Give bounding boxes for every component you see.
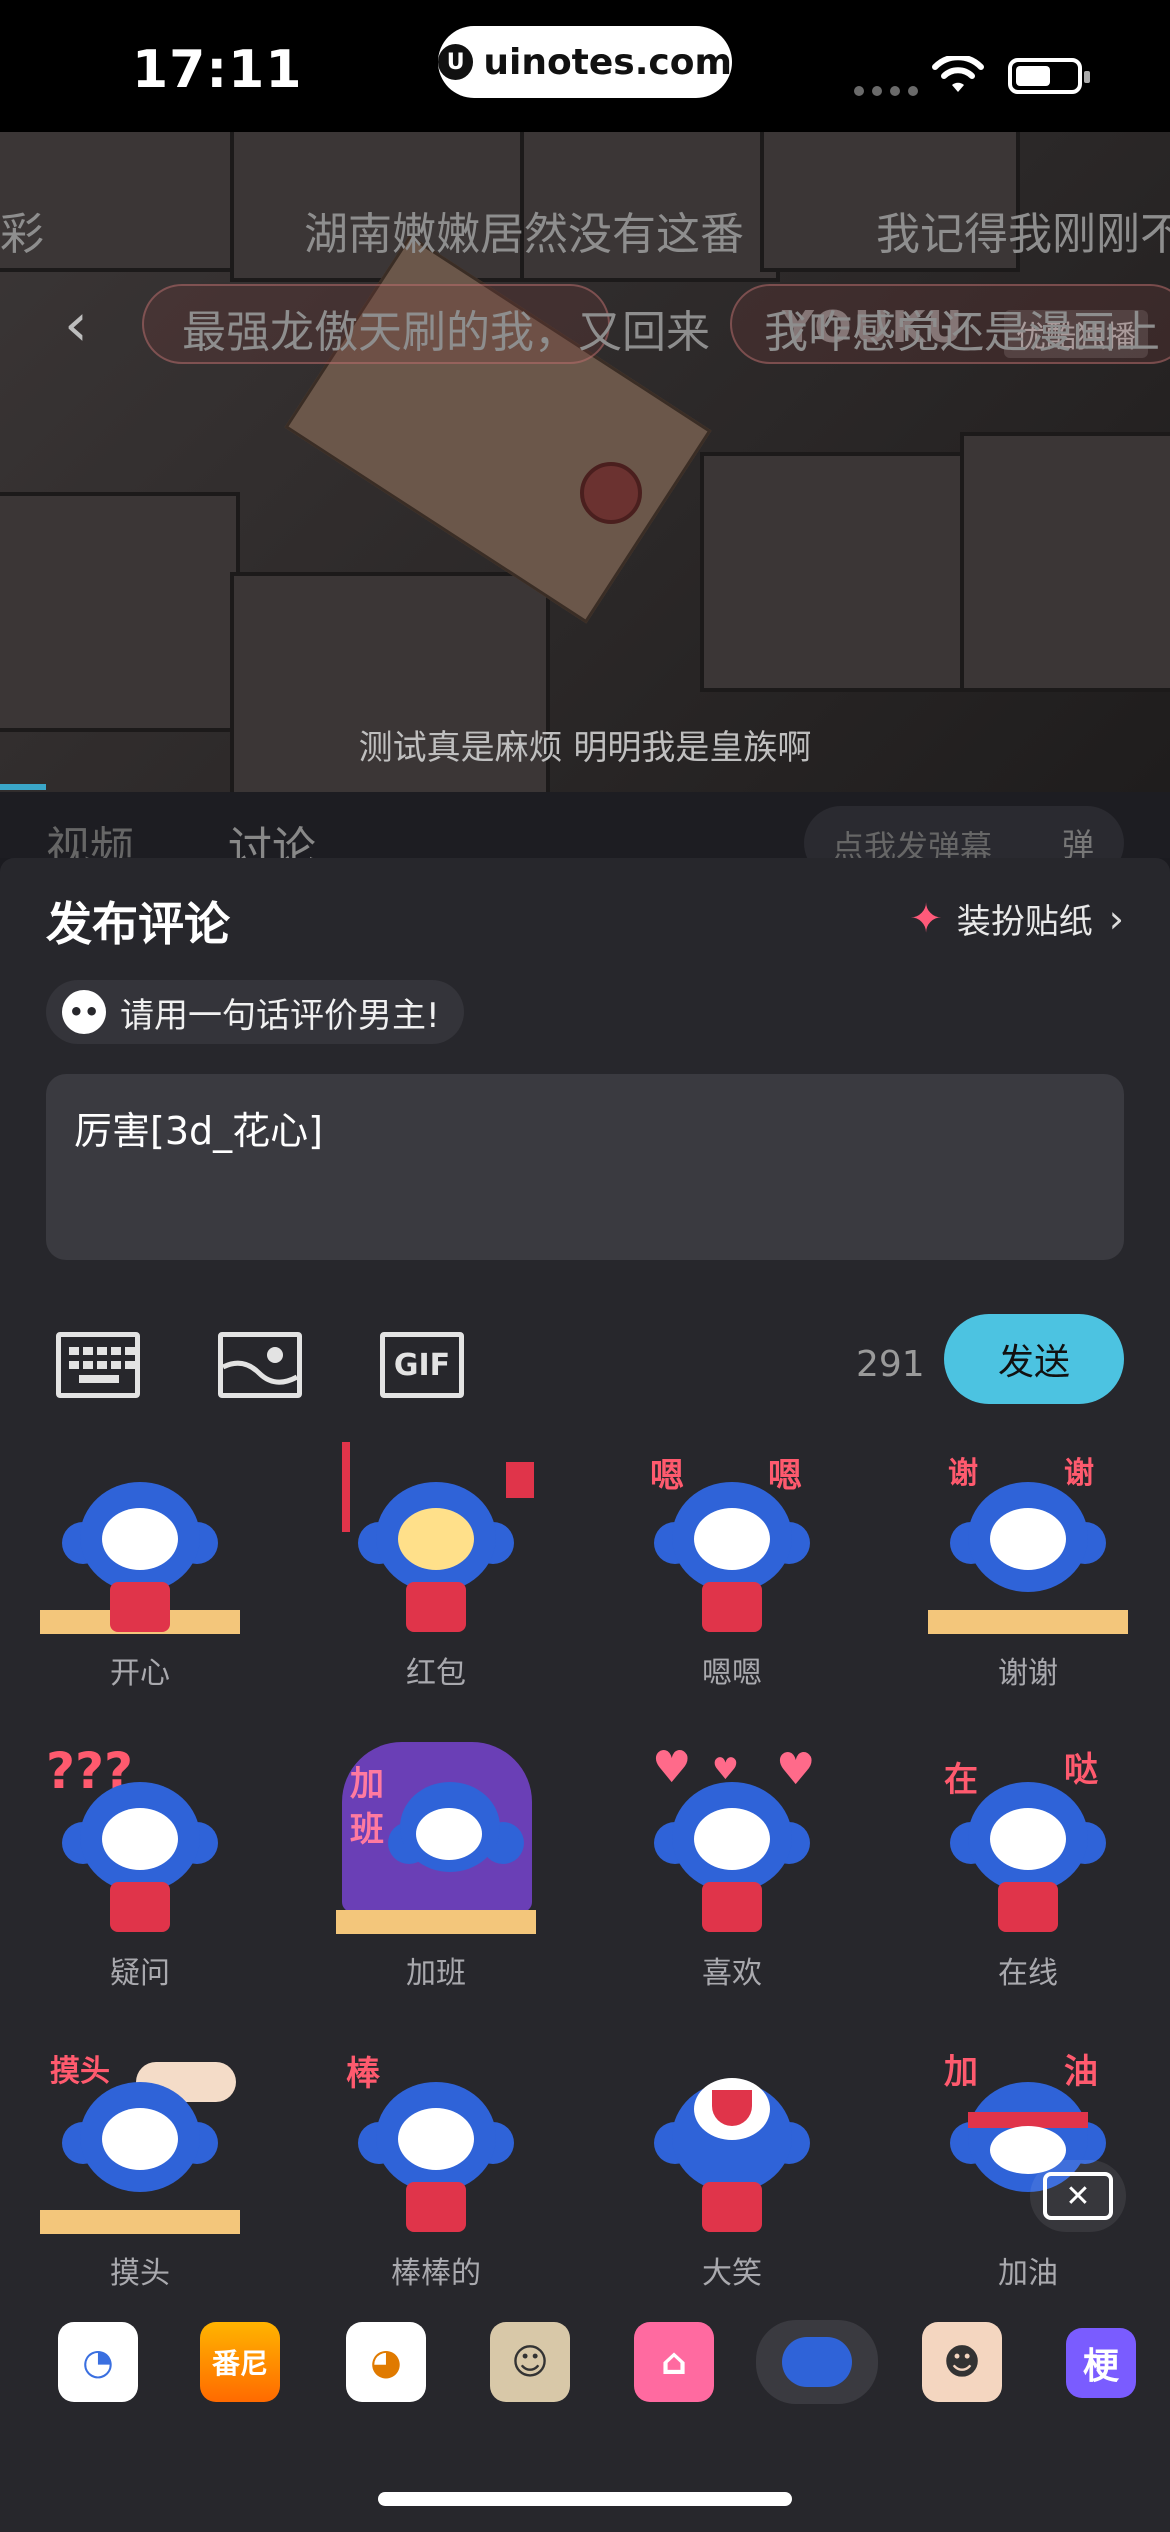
keyboard-icon[interactable] — [56, 1332, 140, 1398]
pack-bilibili-tv-icon[interactable]: ⌂ — [634, 2322, 714, 2402]
gif-icon[interactable]: GIF — [380, 1332, 464, 1398]
pack-fanni-icon[interactable]: 番尼 — [200, 2322, 280, 2402]
dress-sticker-button[interactable]: ✦ 装扮贴纸 › — [909, 894, 1124, 943]
tabs-peek: 视频 讨论 点我发弹幕 弹 — [0, 792, 1170, 858]
sticker-thanks[interactable]: 谢谢 谢谢 — [928, 1442, 1128, 1712]
danmu-comment: 湖南嫩嫩居然没有这番 — [304, 209, 744, 260]
sticker-laugh[interactable]: 大笑 — [632, 2042, 832, 2312]
sticker-label: 棒棒的 — [391, 2256, 481, 2291]
send-button[interactable]: 发送 — [944, 1314, 1124, 1404]
pack-meme-icon[interactable]: 梗 — [1066, 2328, 1136, 2398]
sticker-pack-bar: ◔ 番尼 ◕ ☺ ⌂ ☻ 梗 — [0, 2308, 1170, 2418]
pack-cartoon-dog-icon[interactable]: ◔ — [58, 2322, 138, 2402]
pack-character-icon[interactable]: ☺ — [490, 2322, 570, 2402]
sticker-label: 嗯嗯 — [702, 1656, 762, 1691]
video-subtitle: 测试真是麻烦 明明我是皇族啊 — [358, 728, 812, 768]
sticker-online[interactable]: 在哒 在线 — [928, 1742, 1128, 2012]
url-pill[interactable]: U uinotes.com — [438, 26, 732, 98]
site-logo-icon: U — [438, 44, 474, 80]
comment-input-value: 厉害[3d_花心] — [74, 1109, 323, 1153]
sticker-label: 疑问 — [110, 1956, 170, 1991]
sticker-label: 摸头 — [110, 2256, 170, 2291]
danmu-input-placeholder: 点我发弹幕 — [832, 828, 993, 858]
pack-monkey-selected[interactable] — [756, 2320, 878, 2404]
topic-prompt[interactable]: •• 请用一句话评价男主! — [46, 980, 464, 1044]
sticker-happy[interactable]: 开心 — [40, 1442, 240, 1712]
tab-video[interactable]: 视频 — [46, 812, 134, 858]
status-time: 17:11 — [132, 40, 303, 100]
back-chevron-icon[interactable]: ‹ — [64, 290, 88, 360]
danmu-comment: 我咋感觉还是漫画上 — [764, 307, 1160, 358]
danmu-comment: 我记得我刚刚不 — [876, 209, 1170, 260]
sticker-like[interactable]: ♥ ♥ ♥ 喜欢 — [632, 1742, 832, 2012]
sticker-label: 喜欢 — [702, 1956, 762, 1991]
sticker-label: 加油 — [998, 2256, 1058, 2291]
sticker-uh-huh[interactable]: 嗯嗯 嗯嗯 — [632, 1442, 832, 1712]
sticker-question[interactable]: ??? 疑问 — [40, 1742, 240, 2012]
sticker-label: 谢谢 — [998, 1656, 1058, 1691]
sheet-title: 发布评论 — [46, 897, 230, 951]
url-text: uinotes.com — [483, 41, 732, 83]
home-indicator — [378, 2492, 792, 2506]
wax-seal — [580, 462, 642, 524]
sticker-label: 红包 — [406, 1656, 466, 1691]
video-progress-bar[interactable] — [0, 784, 46, 790]
tab-discuss[interactable]: 讨论 — [228, 812, 316, 858]
sticker-label: 加班 — [406, 1956, 466, 1991]
delete-button[interactable]: ✕ — [1030, 2160, 1126, 2232]
sticker-label: 开心 — [110, 1656, 170, 1691]
wifi-icon — [932, 56, 984, 92]
comment-input[interactable]: 厉害[3d_花心] — [46, 1074, 1124, 1260]
topic-prompt-text: 请用一句话评价男主! — [120, 995, 440, 1036]
input-toolbar: GIF 291 发送 — [0, 1314, 1170, 1404]
comment-sheet: 发布评论 ✦ 装扮贴纸 › •• 请用一句话评价男主! 厉害[3d_花心] GI… — [0, 858, 1170, 2532]
video-player[interactable]: ‹ YOUKU 优酷独播 湖南嫩嫩居然没有这番 我记得我刚刚不 彩 最强龙傲天刷… — [0, 132, 1170, 792]
pack-duck-icon[interactable]: ◕ — [346, 2322, 426, 2402]
dress-sticker-label: 装扮贴纸 — [956, 902, 1093, 942]
sticker-label: 大笑 — [702, 2256, 762, 2291]
signal-icon — [854, 86, 918, 96]
chevron-right-icon: › — [1108, 896, 1124, 941]
danmu-toggle[interactable]: 弹 — [1062, 820, 1094, 858]
danmu-comment: 彩 — [0, 209, 44, 260]
sticker-red-envelope[interactable]: 红包 — [336, 1442, 536, 1712]
status-bar: 17:11 U uinotes.com — [0, 0, 1170, 132]
backspace-icon: ✕ — [1043, 2172, 1113, 2220]
chat-bubble-icon: •• — [62, 990, 106, 1034]
battery-icon — [1008, 58, 1090, 94]
image-icon[interactable] — [218, 1332, 302, 1398]
danmu-comment: 最强龙傲天刷的我，又回来 — [182, 307, 710, 358]
char-count: 291 — [856, 1344, 925, 1385]
pack-avatar-icon[interactable]: ☻ — [922, 2322, 1002, 2402]
sticker-great[interactable]: 棒 棒棒的 — [336, 2042, 536, 2312]
sticker-label: 在线 — [998, 1956, 1058, 1991]
danmu-input[interactable]: 点我发弹幕 弹 — [804, 806, 1124, 858]
magic-wand-icon: ✦ — [909, 895, 943, 942]
sticker-pat-head[interactable]: 摸头 摸头 — [40, 2042, 240, 2312]
sticker-overtime[interactable]: 加班 加班 — [336, 1742, 536, 2012]
